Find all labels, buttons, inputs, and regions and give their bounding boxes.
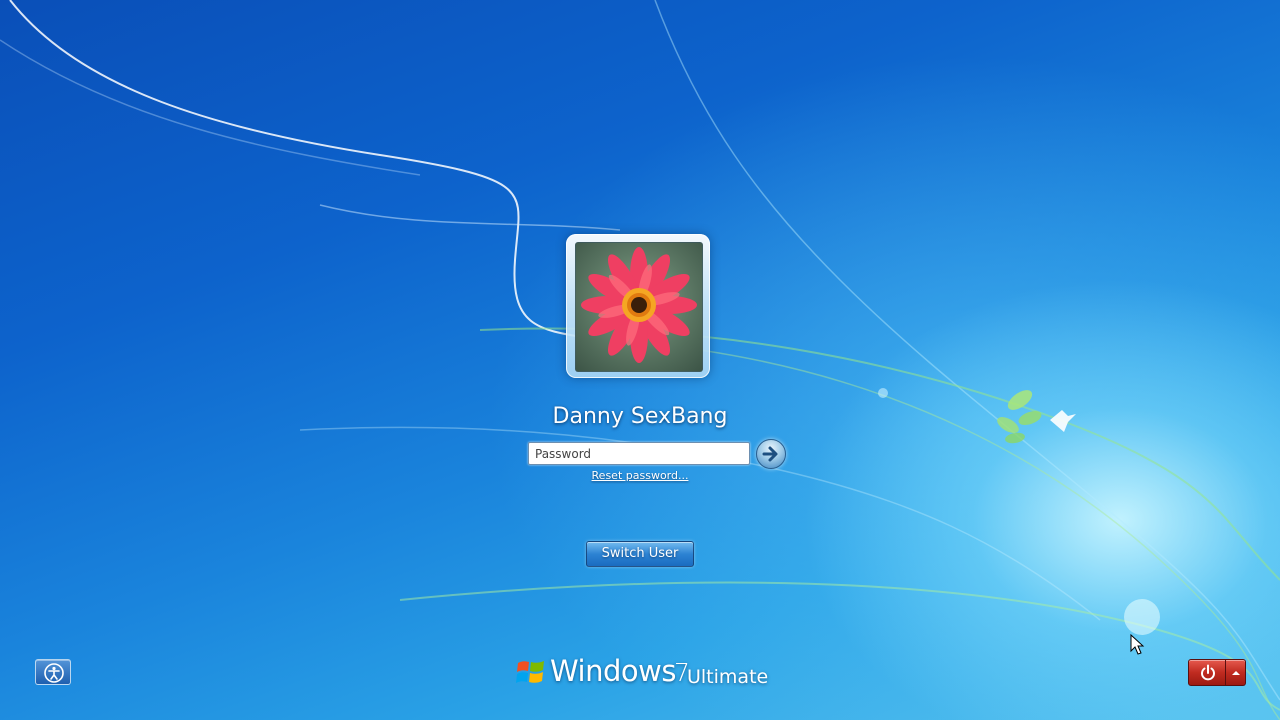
user-name: Danny SexBang [552,404,728,429]
user-tile [566,234,710,378]
shutdown-options-button[interactable] [1226,659,1246,686]
ease-of-access-button[interactable] [35,659,71,685]
shutdown-button[interactable] [1188,659,1226,686]
arrow-right-icon [762,446,778,462]
mouse-cursor-icon [1130,634,1145,655]
brand-windows-text: Windows [550,654,676,688]
submit-arrow-button[interactable] [756,439,786,469]
reset-password-link[interactable]: Reset password... [540,469,740,482]
flower-user-picture [575,242,703,372]
password-field[interactable] [528,442,750,465]
brand-edition-text: Ultimate [687,666,769,688]
chevron-up-icon [1232,671,1240,675]
windows-branding: Windows 7 Ultimate [516,654,776,694]
switch-user-button[interactable]: Switch User [586,541,694,567]
windows-logo-icon [516,661,544,683]
logon-screen: Danny SexBang Reset password... Switch U… [0,0,1280,720]
power-icon [1201,664,1215,681]
shutdown-controls [1188,659,1246,686]
leaf-bird-decoration [997,390,1076,444]
ease-of-access-icon [44,663,64,683]
